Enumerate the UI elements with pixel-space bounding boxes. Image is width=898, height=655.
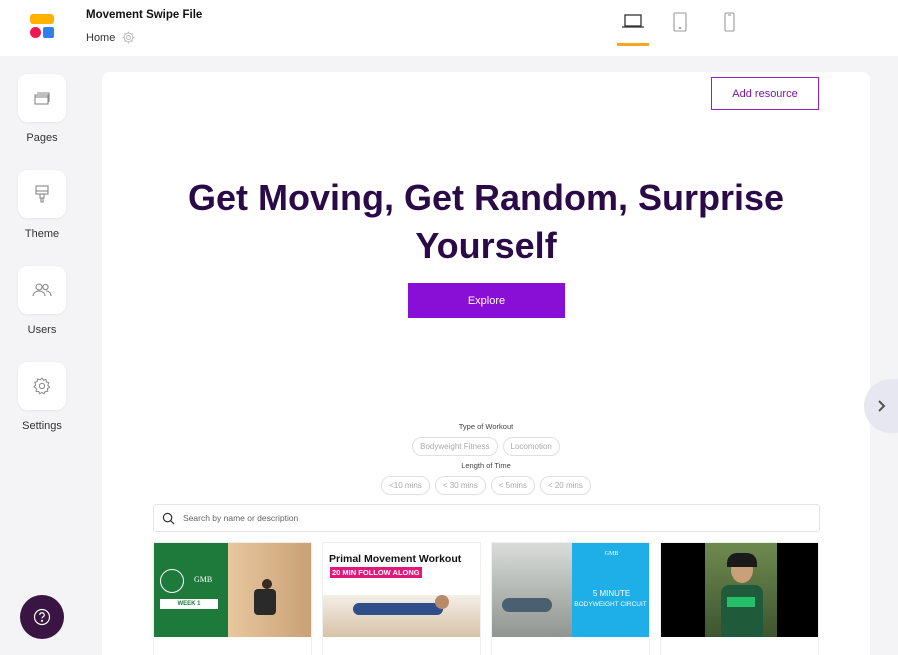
- filter-chip-5-mins[interactable]: < 5mins: [490, 476, 535, 495]
- sidebar-item-theme[interactable]: Theme: [14, 170, 70, 240]
- hero-title: Get Moving, Get Random, Surprise Yoursel…: [187, 177, 785, 266]
- filter-type-chips: Bodyweight Fitness Locomotion: [102, 437, 870, 456]
- card-thumbnail: GMB WEEK 1: [154, 543, 311, 637]
- card-thumb-subtitle: 20 MIN FOLLOW ALONG: [330, 567, 422, 578]
- filter-type-label: Type of Workout: [458, 422, 514, 431]
- resource-card[interactable]: Primal Movement Workout 20 MIN FOLLOW AL…: [322, 542, 481, 655]
- question-icon: [33, 608, 51, 626]
- filter-chip-10-mins[interactable]: <10 mins: [381, 476, 430, 495]
- sidebar-item-label: Users: [27, 324, 57, 336]
- card-thumb-title: Primal Movement Workout: [329, 553, 462, 565]
- sidebar-item-settings[interactable]: Settings: [14, 362, 70, 432]
- search-icon: [162, 512, 175, 524]
- filter-chip-locomotion[interactable]: Locomotion: [502, 437, 560, 456]
- paint-brush-icon: [35, 185, 49, 203]
- mobile-icon: [724, 12, 735, 32]
- filter-length-chips: <10 mins < 30 mins < 5mins < 20 mins: [102, 476, 870, 495]
- card-thumb-line2: BODYWEIGHT CIRCUIT: [574, 601, 647, 608]
- card-thumbnail: GMB 5 MINUTE BODYWEIGHT CIRCUIT: [492, 543, 649, 637]
- app-logo[interactable]: [30, 14, 56, 40]
- search-box: [153, 504, 820, 532]
- page-settings-icon[interactable]: [121, 30, 136, 45]
- gear-icon: [33, 377, 51, 395]
- resource-card[interactable]: [660, 542, 819, 655]
- card-thumb-logo: GMB: [194, 575, 213, 584]
- card-thumb-line1: 5 MINUTE: [592, 589, 631, 598]
- card-thumbnail: Primal Movement Workout 20 MIN FOLLOW AL…: [323, 543, 480, 637]
- chevron-right-icon: [878, 400, 886, 412]
- breadcrumb-home[interactable]: Home: [86, 32, 115, 44]
- filter-length-label: Length of Time: [461, 461, 511, 470]
- tablet-view-button[interactable]: [664, 12, 696, 46]
- card-thumb-logo: GMB: [604, 551, 619, 557]
- add-resource-button[interactable]: Add resource: [711, 77, 819, 110]
- top-bar: Movement Swipe File Home: [0, 0, 898, 56]
- desktop-view-button[interactable]: [617, 12, 649, 46]
- laptop-icon: [622, 14, 644, 28]
- card-thumbnail: [661, 543, 818, 637]
- page-canvas: Add resource Get Moving, Get Random, Sur…: [102, 72, 870, 655]
- tablet-icon: [673, 12, 687, 32]
- help-button[interactable]: [20, 595, 64, 639]
- sidebar-item-users[interactable]: Users: [14, 266, 70, 336]
- resource-card[interactable]: GMB 5 MINUTE BODYWEIGHT CIRCUIT: [491, 542, 650, 655]
- sidebar-item-label: Pages: [26, 132, 58, 144]
- breadcrumb: Home: [86, 30, 136, 45]
- app-title: Movement Swipe File: [86, 9, 203, 21]
- filter-chip-20-mins[interactable]: < 20 mins: [539, 476, 591, 495]
- search-input[interactable]: [183, 513, 783, 523]
- pages-icon: [34, 92, 50, 105]
- filter-chip-30-mins[interactable]: < 30 mins: [434, 476, 486, 495]
- resource-card[interactable]: GMB WEEK 1: [153, 542, 312, 655]
- sidebar-item-label: Theme: [24, 228, 60, 240]
- sidebar-item-pages[interactable]: Pages: [14, 74, 70, 144]
- card-thumb-week: WEEK 1: [160, 599, 218, 609]
- users-icon: [32, 283, 52, 297]
- sidebar-item-label: Settings: [22, 420, 62, 432]
- mobile-view-button[interactable]: [713, 12, 745, 46]
- filter-chip-bodyweight[interactable]: Bodyweight Fitness: [412, 437, 498, 456]
- explore-button[interactable]: Explore: [408, 283, 565, 318]
